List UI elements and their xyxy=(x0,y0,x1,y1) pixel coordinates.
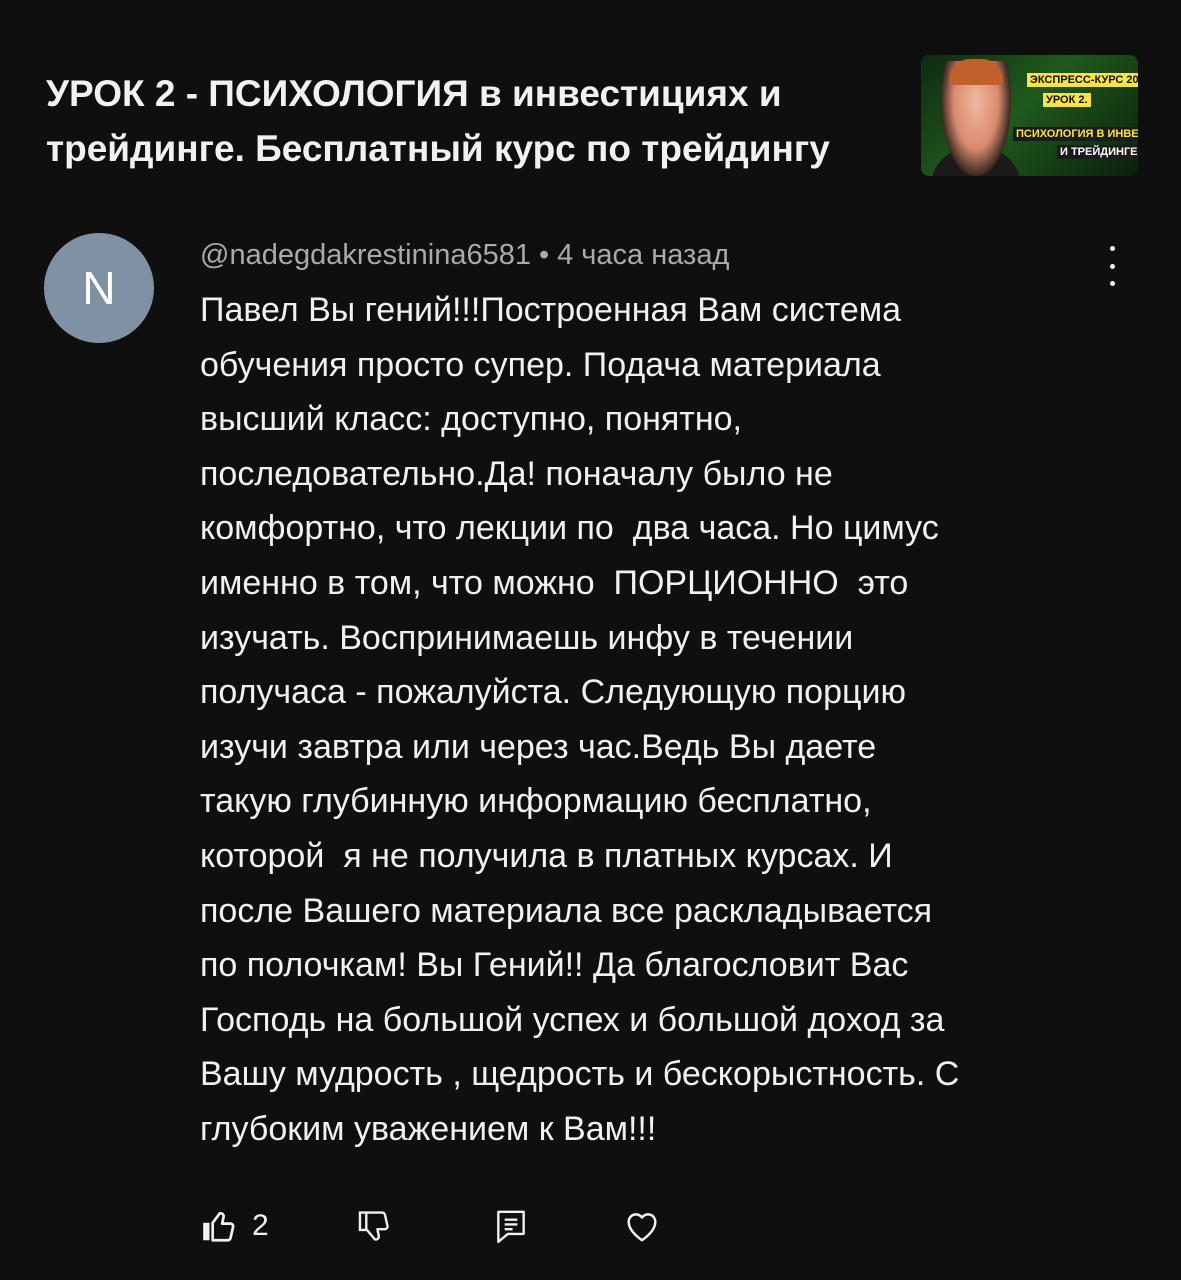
comment-text: Павел Вы гений!!!Построенная Вам система… xyxy=(200,291,960,1148)
thumb-down-icon xyxy=(356,1207,394,1245)
video-title[interactable]: УРОК 2 - ПСИХОЛОГИЯ в инвестициях и трей… xyxy=(46,66,896,176)
comment-meta: @nadegdakrestinina6581 • 4 часа назад xyxy=(200,236,729,274)
like-count: 2 xyxy=(252,1209,269,1242)
like-button[interactable]: 2 xyxy=(200,1198,269,1254)
avatar[interactable]: N xyxy=(44,233,154,343)
thumbnail-caption-2: УРОК 2. xyxy=(1043,93,1091,107)
thumbnail-caption-3: ПСИХОЛОГИЯ В ИНВЕСТИЦИЯХ xyxy=(1013,127,1138,141)
thumbnail-caption-4: И ТРЕЙДИНГЕ xyxy=(1057,145,1138,159)
comment-actions: 2 xyxy=(200,1198,900,1254)
dislike-button[interactable] xyxy=(356,1198,394,1254)
more-vert-icon[interactable] xyxy=(1094,246,1130,286)
comment-author[interactable]: @nadegdakrestinina6581 xyxy=(200,239,531,271)
reply-button[interactable] xyxy=(492,1198,530,1254)
thumbnail-caption-1: ЭКСПРЕСС-КУРС 2025 xyxy=(1027,73,1138,87)
heart-button[interactable] xyxy=(622,1198,662,1254)
thumb-up-icon xyxy=(200,1207,238,1245)
meta-separator: • xyxy=(538,239,550,271)
comment-time: 4 часа назад xyxy=(557,239,730,271)
heart-icon xyxy=(622,1206,662,1246)
reply-comment-icon xyxy=(492,1207,530,1245)
video-thumbnail[interactable]: ЭКСПРЕСС-КУРС 2025 УРОК 2. ПСИХОЛОГИЯ В … xyxy=(921,55,1138,176)
video-header: УРОК 2 - ПСИХОЛОГИЯ в инвестициях и трей… xyxy=(0,0,1181,200)
thumbnail-hair xyxy=(949,59,1003,85)
